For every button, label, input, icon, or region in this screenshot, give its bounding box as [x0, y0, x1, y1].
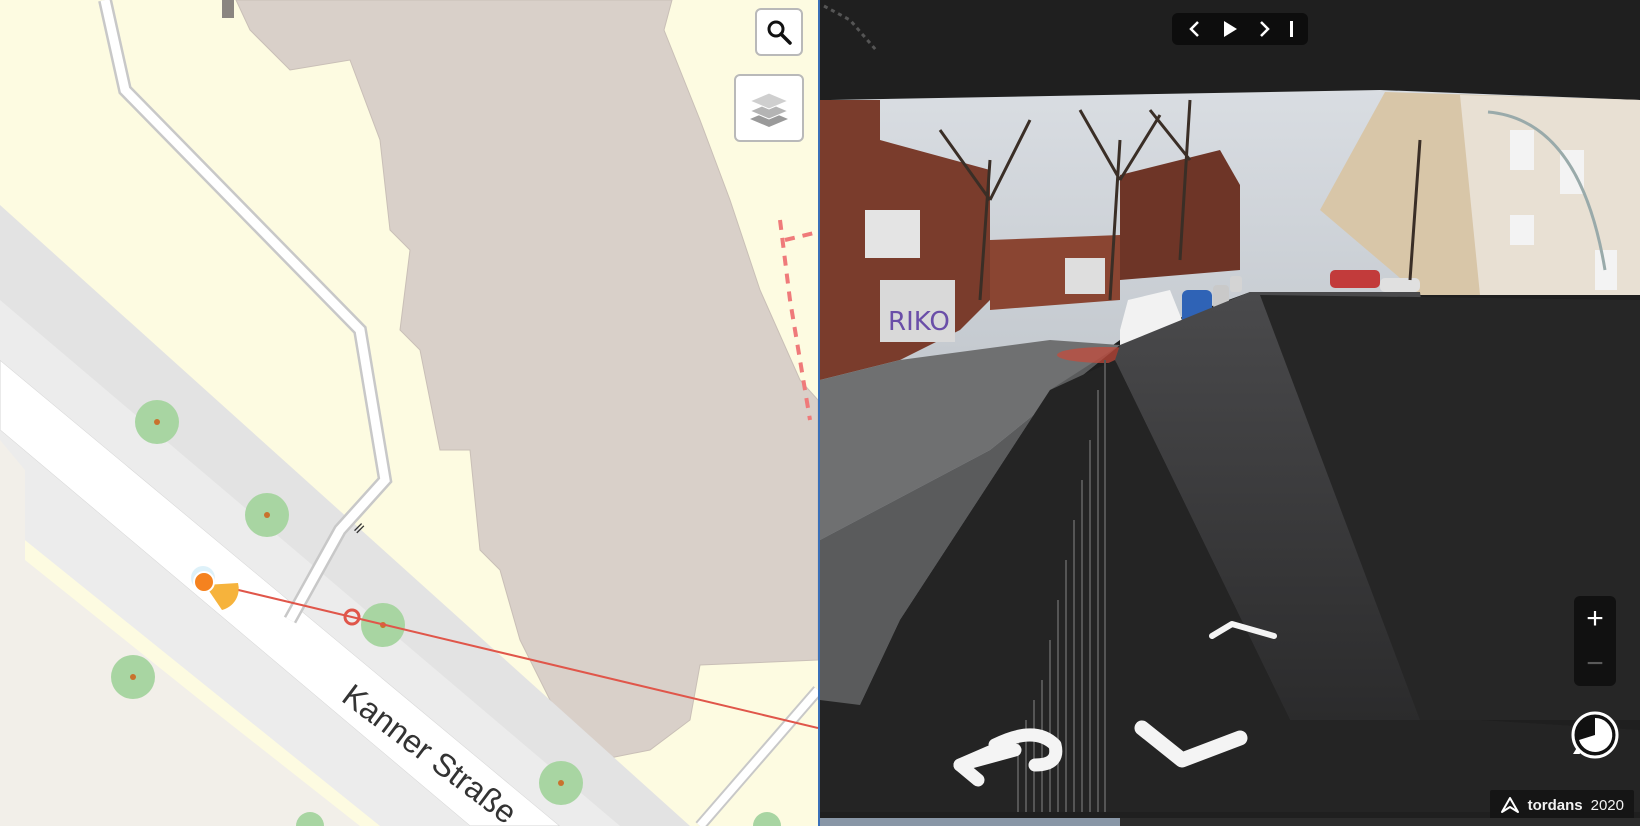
zoom-controls: + −	[1574, 596, 1616, 686]
tree	[539, 761, 583, 805]
compass-button[interactable]	[1570, 710, 1620, 760]
position-marker[interactable]	[193, 571, 215, 593]
previous-image-button[interactable]	[1181, 15, 1209, 43]
map-pane[interactable]: = Kanner Straße	[0, 0, 818, 826]
street-view-pane[interactable]: RIKO + − tordans 2020	[818, 0, 1640, 826]
panorama-canvas[interactable]: RIKO	[820, 0, 1640, 826]
layers-icon	[748, 92, 790, 127]
compass-icon	[1571, 711, 1619, 759]
attribution[interactable]: tordans 2020	[1489, 790, 1634, 820]
tree	[245, 493, 289, 537]
zoom-out-button[interactable]: −	[1574, 641, 1616, 686]
viewer-scrollbar-thumb[interactable]	[820, 818, 1120, 826]
tree	[111, 655, 155, 699]
attribution-year: 2020	[1590, 796, 1624, 814]
zoom-in-button[interactable]: +	[1574, 596, 1616, 641]
building-fragment	[222, 0, 234, 18]
search-icon	[767, 20, 792, 45]
play-icon	[1223, 21, 1237, 37]
stop-bar-icon	[1289, 21, 1293, 37]
play-button[interactable]	[1216, 15, 1244, 43]
viewer-scrollbar[interactable]	[820, 818, 1640, 826]
chevron-right-icon	[1260, 21, 1271, 37]
sequence-controls	[1172, 13, 1308, 45]
tree	[135, 400, 179, 444]
map-canvas[interactable]: = Kanner Straße	[0, 0, 818, 826]
svg-text:RIKO: RIKO	[888, 307, 950, 337]
layers-button[interactable]	[734, 74, 804, 142]
attribution-creator[interactable]: tordans	[1528, 797, 1583, 814]
next-image-button[interactable]	[1250, 15, 1278, 43]
mapillary-logo-icon	[1500, 797, 1519, 813]
chevron-left-icon	[1189, 21, 1200, 37]
stop-button[interactable]	[1285, 15, 1299, 43]
search-button[interactable]	[755, 8, 803, 56]
